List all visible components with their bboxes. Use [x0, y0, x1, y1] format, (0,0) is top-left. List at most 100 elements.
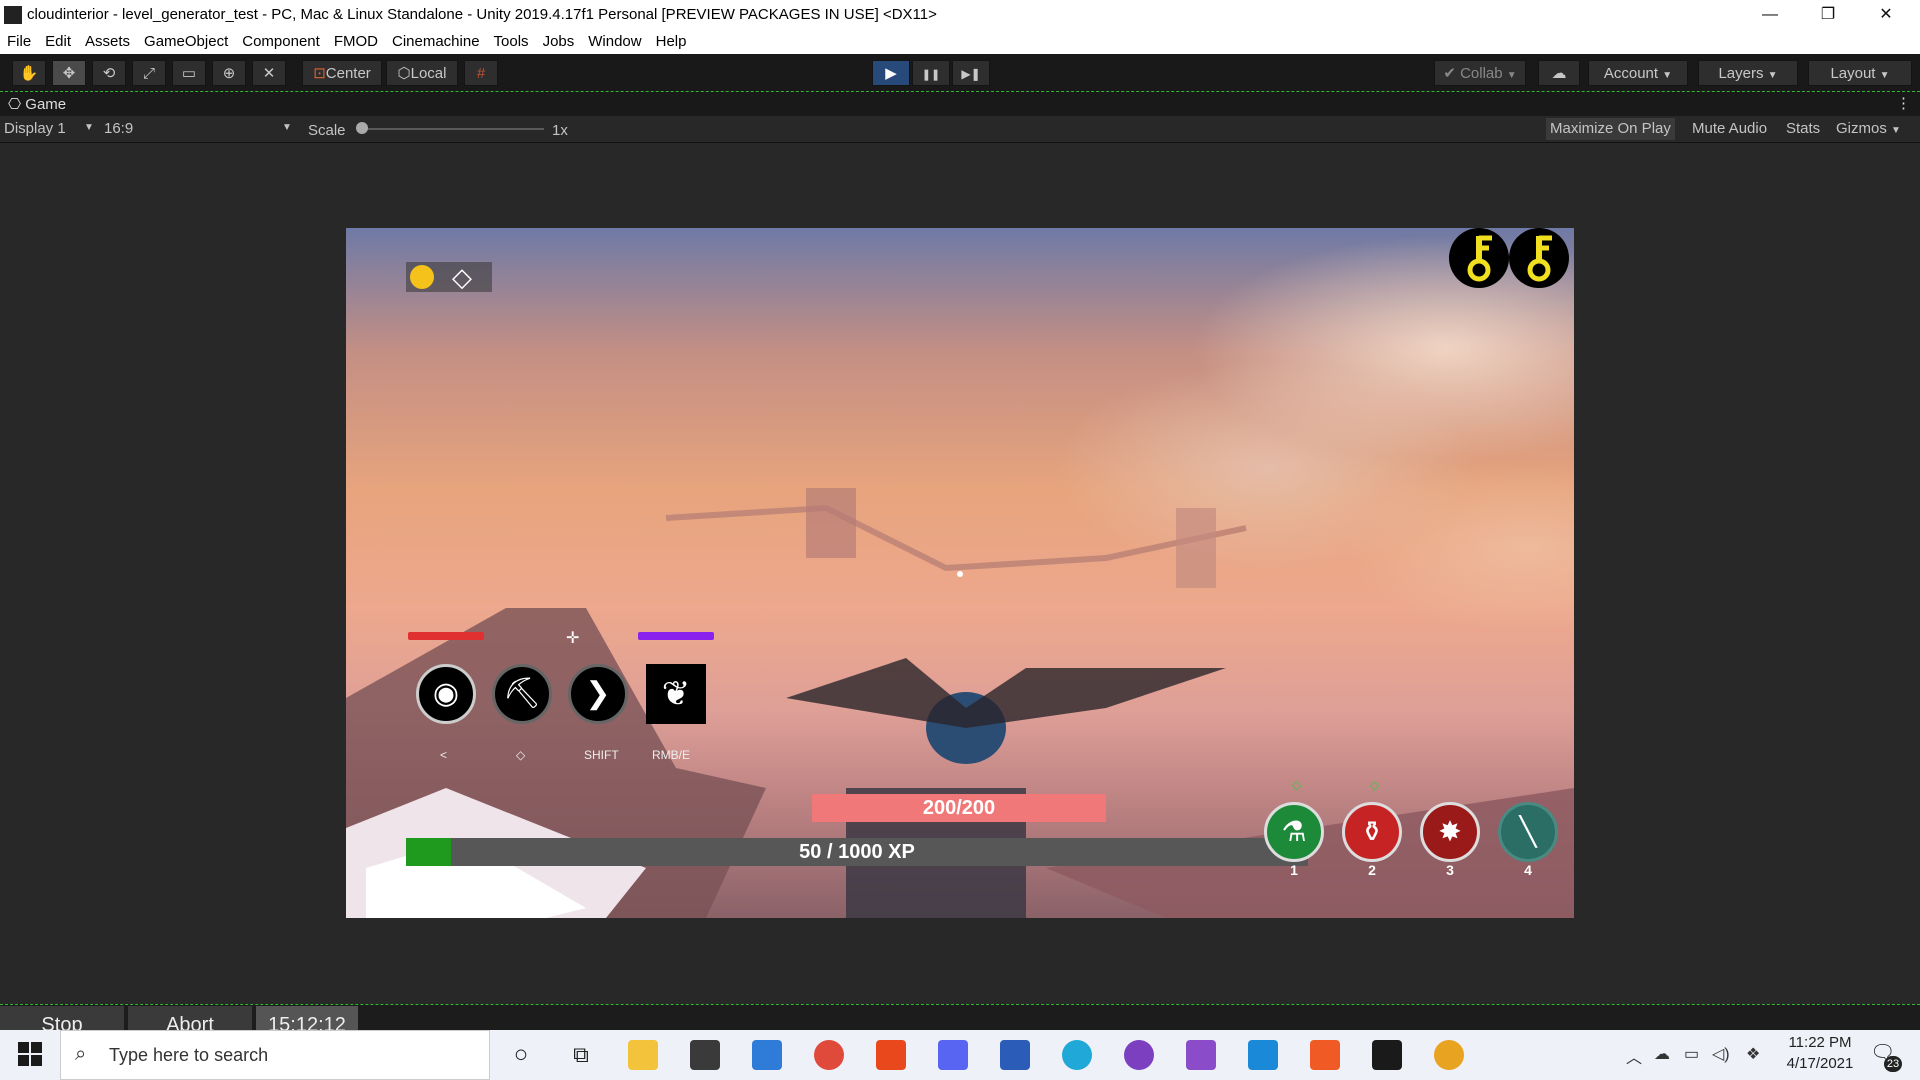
- cortana-icon[interactable]: ○: [506, 1040, 536, 1070]
- gamepad-icon: ⎔: [8, 96, 22, 113]
- discord-icon[interactable]: [938, 1040, 968, 1070]
- windows-logo-icon: [18, 1042, 42, 1066]
- local-label: Local: [410, 65, 447, 82]
- volume-icon[interactable]: ◁): [1712, 1044, 1730, 1064]
- collab-button[interactable]: ✔ Collab ▼: [1434, 60, 1526, 86]
- edge-icon[interactable]: [1062, 1040, 1092, 1070]
- mail-icon[interactable]: [752, 1040, 782, 1070]
- mute-audio-toggle[interactable]: Mute Audio: [1688, 118, 1772, 140]
- main-toolbar: ✋ ✥ ⟲ ⤢ ▭ ⊕ ✕ ⊡Center ⬡Local # ▶ ❚❚ ▶❚ ✔…: [0, 54, 1920, 92]
- restore-button[interactable]: ❐: [1799, 0, 1857, 30]
- clock[interactable]: 11:22 PM 4/17/2021: [1774, 1034, 1866, 1072]
- scale-tool-button[interactable]: ⤢: [132, 60, 166, 86]
- menu-assets[interactable]: Assets: [78, 30, 137, 50]
- scale-slider-handle[interactable]: [356, 122, 368, 134]
- gizmos-dropdown[interactable]: Gizmos ▼: [1832, 118, 1905, 140]
- layers-dropdown[interactable]: Layers ▼: [1698, 60, 1798, 86]
- vscode-icon[interactable]: [1248, 1040, 1278, 1070]
- ability-number: 3: [1446, 862, 1454, 878]
- display-dropdown[interactable]: Display 1 ▼: [4, 120, 96, 137]
- maximize-on-play-toggle[interactable]: Maximize On Play: [1546, 118, 1675, 140]
- task-view-icon[interactable]: ⧉: [566, 1040, 596, 1070]
- minimize-button[interactable]: —: [1741, 0, 1799, 30]
- tab-game[interactable]: ⎔ Game: [8, 95, 66, 113]
- chrome-icon[interactable]: [814, 1040, 844, 1070]
- move-icon: ✥: [62, 65, 76, 82]
- wing-skill-slot[interactable]: ❦: [646, 664, 706, 724]
- tab-menu-button[interactable]: ⋮: [1896, 94, 1911, 112]
- menu-window[interactable]: Window: [581, 30, 648, 50]
- github-icon[interactable]: [1124, 1040, 1154, 1070]
- custom-tool-button[interactable]: ✕: [252, 60, 286, 86]
- menu-cinemachine[interactable]: Cinemachine: [385, 30, 487, 50]
- diamond-icon: ◇: [452, 262, 472, 292]
- menu-tools[interactable]: Tools: [487, 30, 536, 50]
- menu-gameobject[interactable]: GameObject: [137, 30, 235, 50]
- layout-dropdown[interactable]: Layout ▼: [1808, 60, 1912, 86]
- ability-slot-1[interactable]: ⚗: [1264, 802, 1324, 862]
- chrome-canary-icon[interactable]: [1434, 1040, 1464, 1070]
- aspect-dropdown[interactable]: 16:9 ▼: [104, 120, 296, 137]
- kebab-icon: ⋮: [1896, 95, 1911, 112]
- pivot-center-button[interactable]: ⊡Center: [302, 60, 382, 86]
- dash-skill-slot[interactable]: ◉: [416, 664, 476, 724]
- move-tool-button[interactable]: ✥: [52, 60, 86, 86]
- ability-slot-2[interactable]: ⚱: [1342, 802, 1402, 862]
- menu-jobs[interactable]: Jobs: [536, 30, 582, 50]
- skill-key-label: SHIFT: [584, 748, 619, 762]
- pause-button[interactable]: ❚❚: [912, 60, 950, 86]
- rect-tool-button[interactable]: ▭: [172, 60, 206, 86]
- close-button[interactable]: ✕: [1857, 0, 1915, 30]
- account-label: Account: [1603, 65, 1659, 82]
- menu-help[interactable]: Help: [649, 30, 694, 50]
- pivot-local-button[interactable]: ⬡Local: [386, 60, 458, 86]
- menu-file[interactable]: File: [0, 30, 38, 50]
- game-view[interactable]: ◇ ✛ ◉ ⛏ ❯ ❦ < ◇ SHIFT RMB/E 200/200 50 /…: [346, 228, 1574, 918]
- store-icon[interactable]: [690, 1040, 720, 1070]
- scale-slider[interactable]: [360, 128, 544, 130]
- unity-taskbar-icon[interactable]: [1372, 1040, 1402, 1070]
- cloud-button[interactable]: ☁: [1538, 60, 1580, 86]
- pickaxe-icon: ⛏: [502, 677, 542, 710]
- ability-slot-4[interactable]: ╲: [1498, 802, 1558, 862]
- health-text: 200/200: [922, 797, 996, 819]
- file-explorer-icon[interactable]: [628, 1040, 658, 1070]
- search-icon: ⌕: [75, 1043, 87, 1065]
- shift-skill-slot[interactable]: ❯: [568, 664, 628, 724]
- tab-game-label: Game: [25, 96, 67, 113]
- rotate-tool-button[interactable]: ⟲: [92, 60, 126, 86]
- ability-slot-3[interactable]: ✸: [1420, 802, 1480, 862]
- mana-bar: [638, 632, 714, 640]
- window-title-bar: cloudinterior - level_generator_test - P…: [0, 0, 1920, 30]
- chevron-down-icon: ▼: [1879, 70, 1890, 81]
- onedrive-icon[interactable]: ☁: [1654, 1044, 1670, 1064]
- chevron-up-icon[interactable]: ︿: [1626, 1044, 1642, 1068]
- step-button[interactable]: ▶❚: [952, 60, 990, 86]
- menu-edit[interactable]: Edit: [38, 30, 78, 50]
- feather-icon: ╲: [1519, 816, 1537, 847]
- grapple-skill-slot[interactable]: ⛏: [492, 664, 552, 724]
- taskbar-search-box[interactable]: ⌕ Type here to search: [60, 1030, 490, 1080]
- start-button[interactable]: [18, 1042, 42, 1066]
- menu-fmod[interactable]: FMOD: [327, 30, 385, 50]
- menu-component[interactable]: Component: [235, 30, 327, 50]
- word-icon[interactable]: [1000, 1040, 1030, 1070]
- battery-icon[interactable]: ▭: [1684, 1044, 1699, 1064]
- step-icon: ▶❚: [961, 67, 981, 81]
- ready-diamond-icon: ◇: [1292, 778, 1302, 792]
- snap-button[interactable]: #: [464, 60, 498, 86]
- transform-tool-button[interactable]: ⊕: [212, 60, 246, 86]
- visual-studio-icon[interactable]: [1186, 1040, 1216, 1070]
- brave-icon[interactable]: [1310, 1040, 1340, 1070]
- office-icon[interactable]: [876, 1040, 906, 1070]
- hand-tool-button[interactable]: ✋: [12, 60, 46, 86]
- potion-icon: ⚗: [1281, 816, 1307, 847]
- dropbox-icon[interactable]: ❖: [1746, 1044, 1760, 1064]
- xp-text: 50 / 1000 XP: [799, 841, 915, 863]
- account-dropdown[interactable]: Account ▼: [1588, 60, 1688, 86]
- ability-number: 4: [1524, 862, 1532, 878]
- stats-toggle[interactable]: Stats: [1782, 118, 1825, 140]
- play-button[interactable]: ▶: [872, 60, 910, 86]
- scale-value: 1x: [552, 122, 568, 139]
- custom-tool-icon: ✕: [262, 65, 276, 82]
